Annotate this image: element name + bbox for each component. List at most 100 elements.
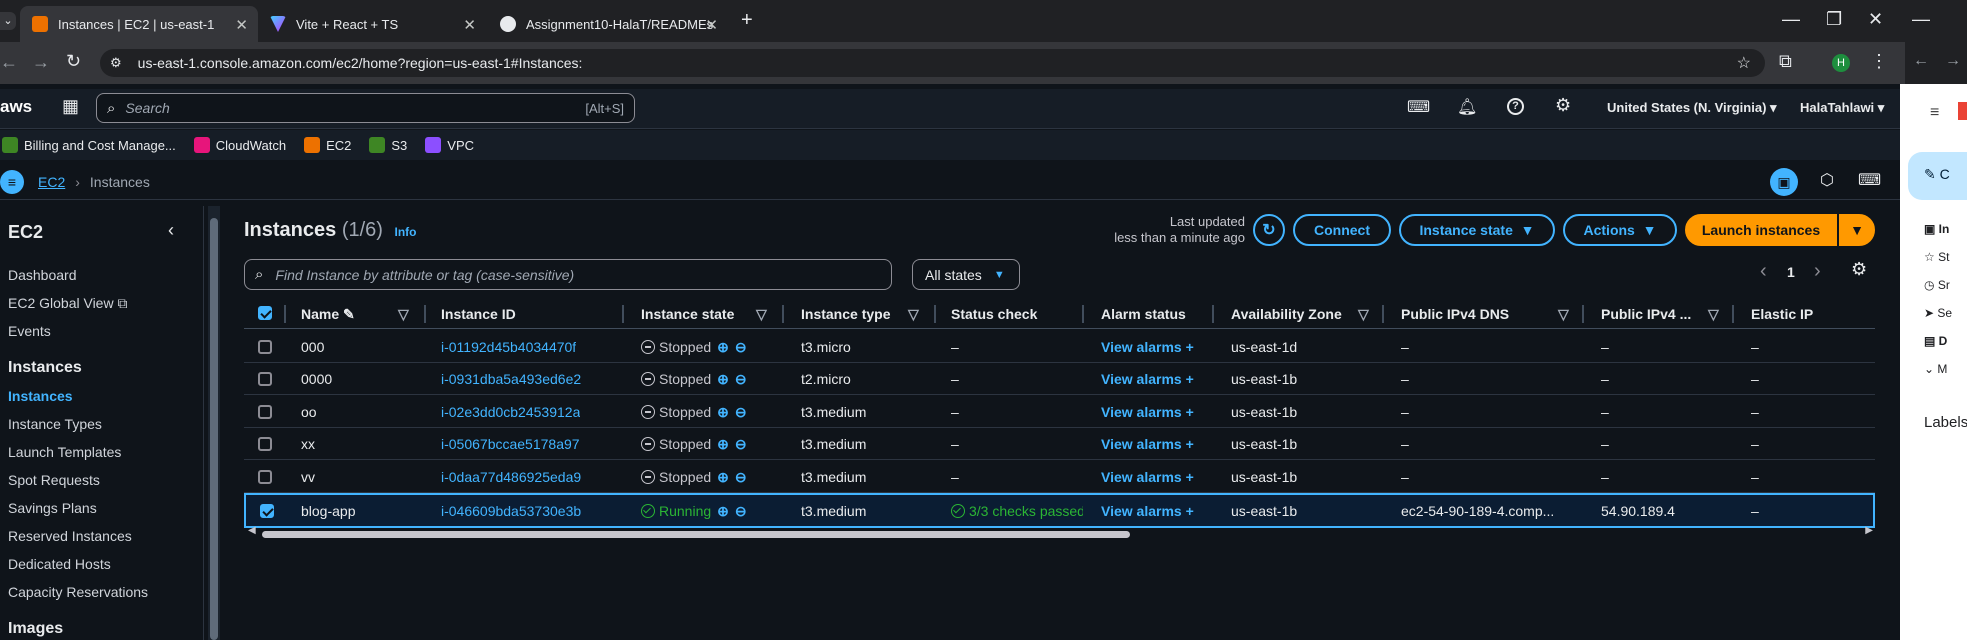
snoozed-item[interactable]: ◷ Sr xyxy=(1924,278,1950,292)
zoom-in-icon[interactable]: ⊕ xyxy=(717,436,729,452)
instance-id-link[interactable]: i-0daa77d486925eda9 xyxy=(441,469,581,485)
instance-id-link[interactable]: i-02e3dd0cb2453912a xyxy=(441,404,580,420)
table-row[interactable]: xx i-05067bccae5178a97 Stopped ⊕ ⊖ t3.medi… xyxy=(244,428,1875,460)
prev-page-icon[interactable]: ‹ xyxy=(1760,260,1767,283)
zoom-in-icon[interactable]: ⊕ xyxy=(717,469,729,485)
table-row[interactable]: oo i-02e3dd0cb2453912a Stopped ⊕ ⊖ t3.medi… xyxy=(244,396,1875,428)
region-selector[interactable]: United States (N. Virginia) ▾ xyxy=(1607,100,1777,116)
tab-github[interactable]: Assignment10-HalaT/READMEs ✕ xyxy=(488,6,728,42)
zoom-out-icon[interactable]: ⊖ xyxy=(735,436,747,452)
minimize-icon[interactable]: — xyxy=(1912,9,1930,30)
find-instance-input[interactable]: ⌕ Find Instance by attribute or tag (cas… xyxy=(244,259,892,290)
table-settings-gear-icon[interactable]: ⚙ xyxy=(1851,259,1867,280)
drafts-item[interactable]: ▤ D xyxy=(1924,334,1947,348)
col-public-dns[interactable]: Public IPv4 DNS xyxy=(1401,306,1509,322)
aws-search-input[interactable]: ⌕ Search [Alt+S] xyxy=(96,93,635,123)
more-item[interactable]: ⌄ M xyxy=(1924,362,1947,376)
close-icon[interactable]: ✕ xyxy=(463,16,476,34)
sidebar-item-events[interactable]: Events xyxy=(8,323,51,339)
close-icon[interactable]: ✕ xyxy=(705,16,718,34)
refresh-button[interactable]: ↻ xyxy=(1253,214,1285,246)
col-availability-zone[interactable]: Availability Zone xyxy=(1231,306,1342,322)
instance-id-link[interactable]: i-01192d45b4034470f xyxy=(441,339,576,355)
view-alarms-link[interactable]: View alarms + xyxy=(1101,404,1194,420)
inbox-item[interactable]: ▣ In xyxy=(1924,222,1949,236)
sidebar-item-savings-plans[interactable]: Savings Plans xyxy=(8,500,97,516)
table-row[interactable]: 000 i-01192d45b4034470f Stopped ⊕ ⊖ t3.mic… xyxy=(244,331,1875,363)
view-alarms-link[interactable]: View alarms + xyxy=(1101,371,1194,387)
breadcrumb-ec2[interactable]: EC2 xyxy=(38,174,65,190)
zoom-in-icon[interactable]: ⊕ xyxy=(717,404,729,420)
zoom-out-icon[interactable]: ⊖ xyxy=(735,503,747,519)
zoom-in-icon[interactable]: ⊕ xyxy=(717,371,729,387)
connect-button[interactable]: Connect xyxy=(1293,214,1391,246)
sidebar-item-instances[interactable]: Instances xyxy=(8,388,73,404)
row-checkbox[interactable] xyxy=(258,470,272,484)
sidebar-item-instance-types[interactable]: Instance Types xyxy=(8,416,102,432)
account-menu[interactable]: HalaTahlawi ▾ xyxy=(1800,100,1884,116)
site-info-icon[interactable]: ⚙ xyxy=(110,55,122,71)
more-menu-icon[interactable]: ⋮ xyxy=(1870,51,1888,72)
view-alarms-link[interactable]: View alarms + xyxy=(1101,469,1194,485)
scroll-right-icon[interactable]: ▶ xyxy=(1865,525,1873,536)
sort-icon[interactable]: ▽ xyxy=(1708,306,1719,323)
sort-icon[interactable]: ▽ xyxy=(756,306,767,323)
favorite-s3[interactable]: S3 xyxy=(369,137,407,153)
back-icon[interactable]: ← xyxy=(0,52,18,73)
collapse-sidebar-icon[interactable]: ‹ xyxy=(168,220,174,241)
starred-item[interactable]: ☆ St xyxy=(1924,250,1949,264)
table-row[interactable]: vv i-0daa77d486925eda9 Stopped ⊕ ⊖ t3.medi… xyxy=(244,461,1875,493)
actions-button[interactable]: Actions ▼ xyxy=(1563,214,1677,246)
row-checkbox[interactable] xyxy=(260,504,274,518)
notifications-bell-icon[interactable]: 🔔︎ xyxy=(1457,97,1477,117)
reload-icon[interactable]: ↻ xyxy=(66,51,81,72)
settings-gear-icon[interactable]: ⚙ xyxy=(1555,95,1571,116)
new-tab-icon[interactable]: + xyxy=(741,9,753,32)
view-alarms-link[interactable]: View alarms + xyxy=(1101,339,1194,355)
sidebar-item-dedicated-hosts[interactable]: Dedicated Hosts xyxy=(8,556,111,572)
col-elastic-ip[interactable]: Elastic IP xyxy=(1751,306,1813,322)
help-icon[interactable]: ? xyxy=(1507,98,1524,115)
col-instance-type[interactable]: Instance type xyxy=(801,306,890,322)
settings-hex-icon[interactable]: ⬡ xyxy=(1820,170,1834,190)
extensions-icon[interactable]: ⧉ xyxy=(1779,51,1792,72)
launch-instances-button[interactable]: Launch instances xyxy=(1685,214,1837,246)
row-checkbox[interactable] xyxy=(258,340,272,354)
profile-avatar[interactable]: H xyxy=(1832,54,1850,72)
zoom-out-icon[interactable]: ⊖ xyxy=(735,371,747,387)
row-checkbox[interactable] xyxy=(258,405,272,419)
sidebar-item-reserved-instances[interactable]: Reserved Instances xyxy=(8,528,132,544)
sort-icon[interactable]: ▽ xyxy=(398,306,409,323)
minimize-icon[interactable]: — xyxy=(1782,9,1800,30)
sort-icon[interactable]: ▽ xyxy=(1358,306,1369,323)
col-name[interactable]: Name ✎ xyxy=(301,306,355,323)
info-link[interactable]: Info xyxy=(395,225,417,239)
row-checkbox[interactable] xyxy=(258,437,272,451)
favorite-cloudwatch[interactable]: CloudWatch xyxy=(193,137,286,153)
zoom-in-icon[interactable]: ⊕ xyxy=(717,339,729,355)
table-h-scrollbar[interactable]: ◀ ▶ xyxy=(248,525,1873,539)
menu-hamburger-icon[interactable]: ≡ xyxy=(0,169,24,194)
sidebar-item-dashboard[interactable]: Dashboard xyxy=(8,267,77,283)
zoom-out-icon[interactable]: ⊖ xyxy=(735,404,747,420)
instance-id-link[interactable]: i-05067bccae5178a97 xyxy=(441,436,580,452)
row-checkbox[interactable] xyxy=(258,372,272,386)
forward-icon[interactable]: → xyxy=(32,52,50,73)
sidebar-item-capacity-reservations[interactable]: Capacity Reservations xyxy=(8,584,148,600)
col-instance-state[interactable]: Instance state xyxy=(641,306,734,322)
close-window-icon[interactable]: ✕ xyxy=(1868,9,1883,30)
split-panel-icon[interactable]: ▣ xyxy=(1770,168,1798,196)
cloudshell-icon[interactable]: ⌨ xyxy=(1407,97,1430,117)
tab-ec2-instances[interactable]: Instances | EC2 | us-east-1 ✕ xyxy=(20,6,258,42)
bookmark-star-icon[interactable]: ☆ xyxy=(1737,53,1751,73)
back-icon[interactable]: ← xyxy=(1913,52,1929,70)
col-status-check[interactable]: Status check xyxy=(951,306,1037,322)
sidebar-section-images[interactable]: Images xyxy=(8,620,63,638)
table-row[interactable]: 0000 i-0931dba5a493ed6e2 Stopped ⊕ ⊖ t2.mi… xyxy=(244,363,1875,395)
instance-id-link[interactable]: i-0931dba5a493ed6e2 xyxy=(441,371,581,387)
col-public-ipv4[interactable]: Public IPv4 ... xyxy=(1601,306,1691,322)
sidebar-scrollbar-thumb[interactable] xyxy=(210,218,218,640)
monitor-icon[interactable]: ⌨ xyxy=(1858,170,1881,190)
sidebar-item-spot-requests[interactable]: Spot Requests xyxy=(8,472,100,488)
view-alarms-link[interactable]: View alarms + xyxy=(1101,503,1194,519)
